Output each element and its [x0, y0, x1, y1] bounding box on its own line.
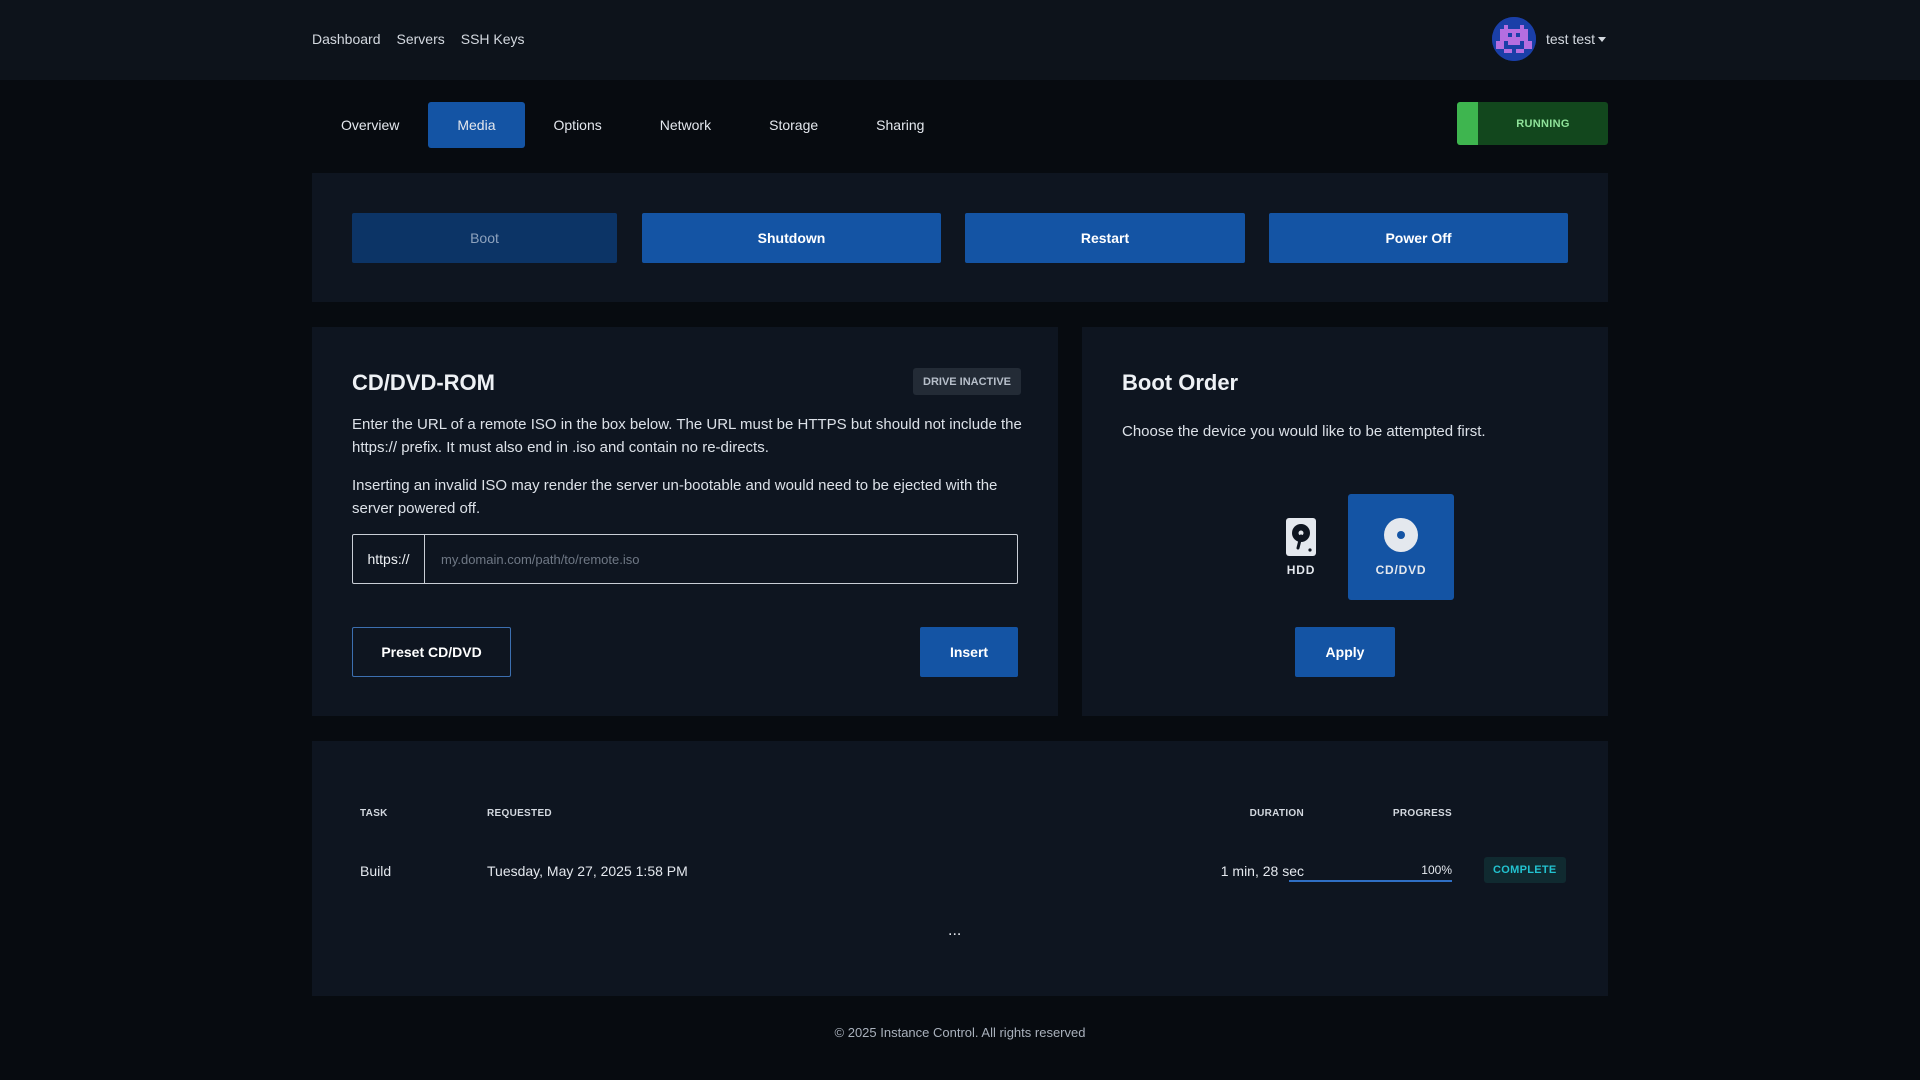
- footer-copyright: © 2025 Instance Control. All rights rese…: [834, 1025, 1086, 1040]
- hdd-label: HDD: [1286, 563, 1316, 577]
- more-tasks-button[interactable]: ...: [948, 922, 961, 940]
- boot-button[interactable]: Boot: [352, 213, 617, 263]
- hard-drive-icon: [1286, 518, 1316, 556]
- tab-options[interactable]: Options: [525, 102, 631, 148]
- nav-ssh-keys-link[interactable]: SSH Keys: [461, 31, 525, 47]
- task-status-badge: COMPLETE: [1484, 857, 1566, 883]
- status-text: RUNNING: [1516, 117, 1570, 130]
- cd-dvd-label: CD/DVD: [1375, 563, 1427, 577]
- task-duration: 1 min, 28 sec: [1220, 863, 1304, 879]
- nav-dashboard-link[interactable]: Dashboard: [312, 31, 381, 47]
- task-requested: Tuesday, May 27, 2025 1:58 PM: [487, 863, 688, 879]
- tab-media[interactable]: Media: [428, 102, 525, 148]
- tab-storage[interactable]: Storage: [740, 102, 847, 148]
- restart-button[interactable]: Restart: [965, 213, 1245, 263]
- cd-dvd-panel: CD/DVD-ROM DRIVE INACTIVE Enter the URL …: [312, 327, 1058, 716]
- tab-overview[interactable]: Overview: [312, 102, 428, 148]
- cd-warning: Inserting an invalid ISO may render the …: [352, 477, 998, 517]
- cd-instructions: Enter the URL of a remote ISO in the box…: [352, 416, 1022, 456]
- disc-icon: [1384, 518, 1418, 552]
- power-controls-panel: Boot Shutdown Restart Power Off: [312, 173, 1608, 302]
- boot-device-cd-dvd[interactable]: CD/DVD: [1348, 494, 1454, 600]
- iso-url-group: https://: [352, 534, 1018, 584]
- task-progress-fill: [1289, 880, 1452, 882]
- cd-dvd-title: CD/DVD-ROM: [352, 370, 495, 395]
- user-name: test test: [1546, 31, 1596, 47]
- caret-down-icon: [1598, 36, 1607, 42]
- shutdown-button[interactable]: Shutdown: [642, 213, 941, 263]
- tab-network[interactable]: Network: [631, 102, 740, 148]
- drive-status-badge: DRIVE INACTIVE: [913, 368, 1022, 395]
- tasks-panel: TASK REQUESTED DURATION PROGRESS Build T…: [312, 741, 1608, 996]
- user-name-dropdown[interactable]: test test: [1546, 31, 1607, 47]
- iso-url-input[interactable]: [425, 535, 1017, 583]
- nav-servers-link[interactable]: Servers: [397, 31, 445, 47]
- task-progress: 100%: [1289, 863, 1452, 882]
- boot-order-panel: Boot Order Choose the device you would l…: [1082, 327, 1608, 716]
- boot-device-hdd[interactable]: HDD: [1262, 494, 1340, 600]
- header-progress: PROGRESS: [1392, 808, 1452, 819]
- task-progress-percent: 100%: [1421, 863, 1452, 877]
- avatar-identicon-icon: [1492, 17, 1536, 61]
- header-duration: DURATION: [1249, 808, 1304, 819]
- status-badge: RUNNING: [1457, 102, 1608, 145]
- top-nav: Dashboard Servers SSH Keys: [312, 31, 525, 47]
- status-indicator: [1457, 102, 1478, 145]
- user-menu[interactable]: test test: [1492, 17, 1607, 61]
- boot-order-description: Choose the device you would like to be a…: [1122, 423, 1486, 440]
- boot-order-title: Boot Order: [1122, 370, 1239, 395]
- top-bar: Dashboard Servers SSH Keys test test: [0, 0, 1920, 80]
- avatar[interactable]: [1492, 17, 1536, 61]
- insert-button[interactable]: Insert: [920, 627, 1018, 677]
- apply-button[interactable]: Apply: [1295, 627, 1395, 677]
- task-progress-track: [1289, 880, 1452, 882]
- header-requested: REQUESTED: [487, 808, 552, 819]
- tab-sharing[interactable]: Sharing: [847, 102, 953, 148]
- server-tabs: Overview Media Options Network Storage S…: [312, 102, 953, 148]
- header-task: TASK: [360, 808, 388, 819]
- preset-cd-dvd-button[interactable]: Preset CD/DVD: [352, 627, 511, 677]
- url-prefix-label: https://: [353, 535, 425, 583]
- task-name: Build: [360, 863, 392, 879]
- power-off-button[interactable]: Power Off: [1269, 213, 1568, 263]
